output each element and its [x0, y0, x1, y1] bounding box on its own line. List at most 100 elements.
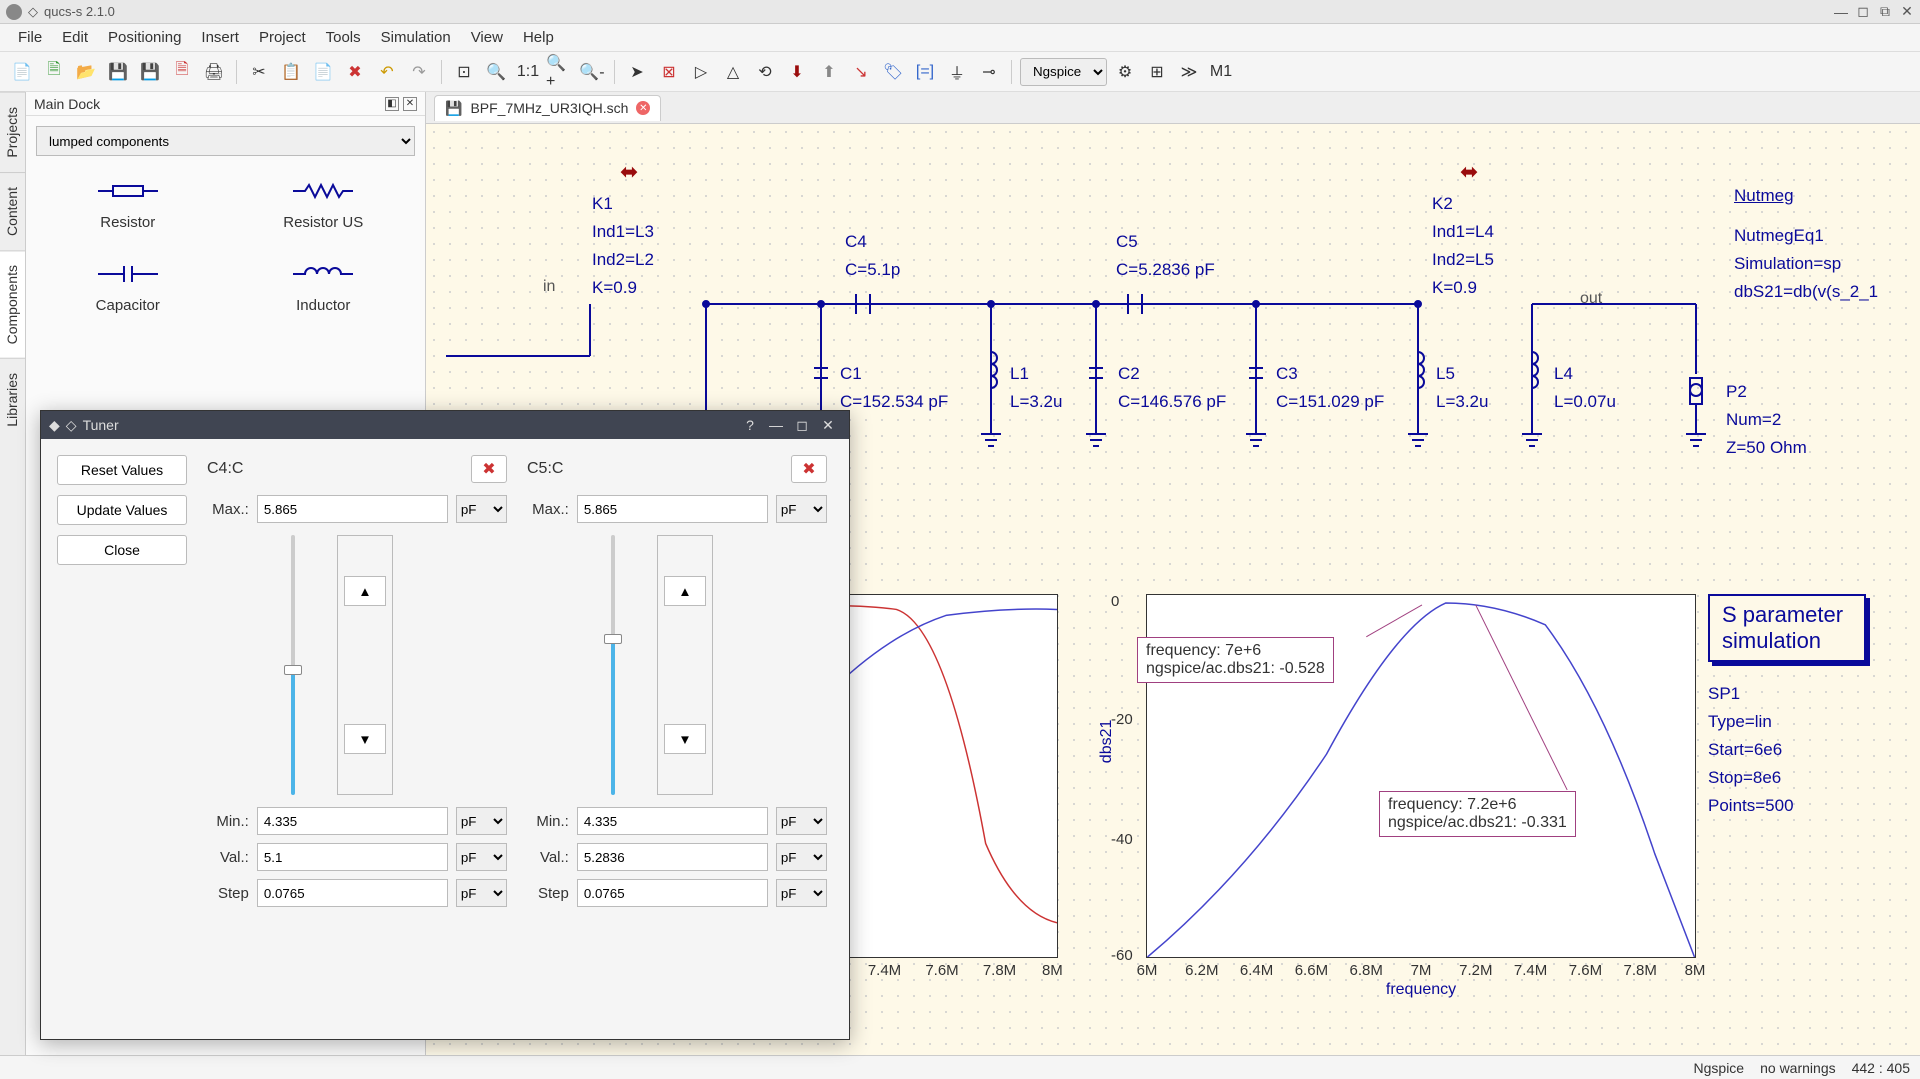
close-tuner-button[interactable]: Close: [57, 535, 187, 565]
port-icon[interactable]: ⊸: [975, 58, 1003, 86]
gear-icon[interactable]: ⚙: [1111, 58, 1139, 86]
paste-icon[interactable]: 📄: [309, 58, 337, 86]
step-unit-select[interactable]: pF: [776, 879, 827, 907]
tuner-restore-icon[interactable]: ◇: [66, 417, 77, 434]
plot-right[interactable]: dbs21 frequency 0 -20 -40 -60 6M 6.2M 6.…: [1146, 594, 1696, 958]
value-slider[interactable]: [583, 535, 643, 795]
val-input[interactable]: [257, 843, 448, 871]
zoom-fit-icon[interactable]: ⊡: [450, 58, 478, 86]
simulate-icon[interactable]: ≫: [1175, 58, 1203, 86]
zoom-sel-icon[interactable]: 🔍: [482, 58, 510, 86]
simulator-select[interactable]: Ngspice: [1020, 58, 1107, 86]
mirror-x-icon[interactable]: △: [719, 58, 747, 86]
menu-project[interactable]: Project: [249, 25, 316, 50]
simulation-block[interactable]: S parameter simulation: [1708, 594, 1866, 662]
window-restore-icon[interactable]: ◇: [28, 4, 38, 20]
undo-icon[interactable]: ↶: [373, 58, 401, 86]
min-input[interactable]: [577, 807, 768, 835]
tab-projects[interactable]: Projects: [0, 92, 25, 172]
step-down-button[interactable]: ▼: [344, 724, 386, 754]
step-down-button[interactable]: ▼: [664, 724, 706, 754]
max-unit-select[interactable]: pF: [456, 495, 507, 523]
move-up-icon[interactable]: ⬆: [815, 58, 843, 86]
copy-icon[interactable]: 📋: [277, 58, 305, 86]
open-icon[interactable]: 📂: [72, 58, 100, 86]
component-resistor-us[interactable]: Resistor US: [232, 168, 416, 239]
zoom-out-icon[interactable]: 🔍-: [578, 58, 606, 86]
plot-left[interactable]: 2M 7.4M 7.6M 7.8M 8M: [826, 594, 1058, 958]
zoom-reset-icon[interactable]: 1:1: [514, 58, 542, 86]
step-input[interactable]: [257, 879, 448, 907]
step-up-button[interactable]: ▲: [344, 576, 386, 606]
tuner-help-icon[interactable]: ?: [737, 413, 763, 437]
tab-components[interactable]: Components: [0, 250, 25, 358]
dock-close-icon[interactable]: ✕: [403, 97, 417, 111]
tuner-maximize-icon[interactable]: ◻: [789, 413, 815, 437]
menu-view[interactable]: View: [461, 25, 513, 50]
marker-1[interactable]: frequency: 7e+6 ngspice/ac.dbs21: -0.528: [1137, 637, 1334, 683]
component-inductor[interactable]: Inductor: [232, 251, 416, 322]
remove-param-button[interactable]: ✖: [471, 455, 507, 483]
deactivate-icon[interactable]: ⊠: [655, 58, 683, 86]
close-button[interactable]: ✕: [1900, 5, 1914, 19]
tuner-close-icon[interactable]: ✕: [815, 413, 841, 437]
step-input[interactable]: [577, 879, 768, 907]
max-unit-select[interactable]: pF: [776, 495, 827, 523]
component-capacitor[interactable]: Capacitor: [36, 251, 220, 322]
marker-icon[interactable]: M1: [1207, 58, 1235, 86]
reset-values-button[interactable]: Reset Values: [57, 455, 187, 485]
tuner-minimize-icon[interactable]: —: [763, 413, 789, 437]
menu-positioning[interactable]: Positioning: [98, 25, 191, 50]
ground-icon[interactable]: ⏚: [943, 58, 971, 86]
menu-tools[interactable]: Tools: [316, 25, 371, 50]
redo-icon[interactable]: ↷: [405, 58, 433, 86]
cut-icon[interactable]: ✂: [245, 58, 273, 86]
step-unit-select[interactable]: pF: [456, 879, 507, 907]
min-input[interactable]: [257, 807, 448, 835]
rotate-icon[interactable]: ⟲: [751, 58, 779, 86]
max-input[interactable]: [577, 495, 768, 523]
category-select[interactable]: lumped components: [36, 126, 415, 156]
pointer-icon[interactable]: ➤: [623, 58, 651, 86]
new-icon[interactable]: 📄: [8, 58, 36, 86]
val-unit-select[interactable]: pF: [456, 843, 507, 871]
val-input[interactable]: [577, 843, 768, 871]
menu-help[interactable]: Help: [513, 25, 564, 50]
dock-float-icon[interactable]: ◧: [385, 97, 399, 111]
value-slider[interactable]: [263, 535, 323, 795]
save-icon[interactable]: 💾: [104, 58, 132, 86]
wire-icon[interactable]: ↘: [847, 58, 875, 86]
print-icon[interactable]: 🖨: [200, 58, 228, 86]
val-unit-select[interactable]: pF: [776, 843, 827, 871]
mirror-y-icon[interactable]: ▷: [687, 58, 715, 86]
tab-libraries[interactable]: Libraries: [0, 358, 25, 441]
maximize-button[interactable]: ◻: [1856, 5, 1870, 19]
new-doc-icon[interactable]: 🗎: [40, 58, 68, 86]
menu-simulation[interactable]: Simulation: [371, 25, 461, 50]
component-resistor[interactable]: Resistor: [36, 168, 220, 239]
tune-icon[interactable]: ⊞: [1143, 58, 1171, 86]
restore-button[interactable]: ⧉: [1878, 5, 1892, 19]
menu-edit[interactable]: Edit: [52, 25, 98, 50]
menu-insert[interactable]: Insert: [191, 25, 249, 50]
update-values-button[interactable]: Update Values: [57, 495, 187, 525]
tuner-titlebar[interactable]: ◆ ◇ Tuner ? — ◻ ✕: [41, 411, 849, 439]
min-unit-select[interactable]: pF: [456, 807, 507, 835]
minimize-button[interactable]: —: [1834, 5, 1848, 19]
schematic-tab[interactable]: 💾 BPF_7MHz_UR3IQH.sch ✕: [434, 95, 661, 121]
marker-2[interactable]: frequency: 7.2e+6 ngspice/ac.dbs21: -0.3…: [1379, 791, 1576, 837]
label-icon[interactable]: 🏷: [879, 58, 907, 86]
delete-icon[interactable]: ✖: [341, 58, 369, 86]
remove-param-button[interactable]: ✖: [791, 455, 827, 483]
menu-file[interactable]: File: [8, 25, 52, 50]
max-input[interactable]: [257, 495, 448, 523]
move-down-icon[interactable]: ⬇: [783, 58, 811, 86]
min-unit-select[interactable]: pF: [776, 807, 827, 835]
tab-content[interactable]: Content: [0, 172, 25, 250]
equation-icon[interactable]: [=]: [911, 58, 939, 86]
save-all-icon[interactable]: 💾: [136, 58, 164, 86]
step-up-button[interactable]: ▲: [664, 576, 706, 606]
delete-doc-icon[interactable]: 🗎: [168, 58, 196, 86]
tab-close-icon[interactable]: ✕: [636, 101, 650, 115]
zoom-in-icon[interactable]: 🔍+: [546, 58, 574, 86]
